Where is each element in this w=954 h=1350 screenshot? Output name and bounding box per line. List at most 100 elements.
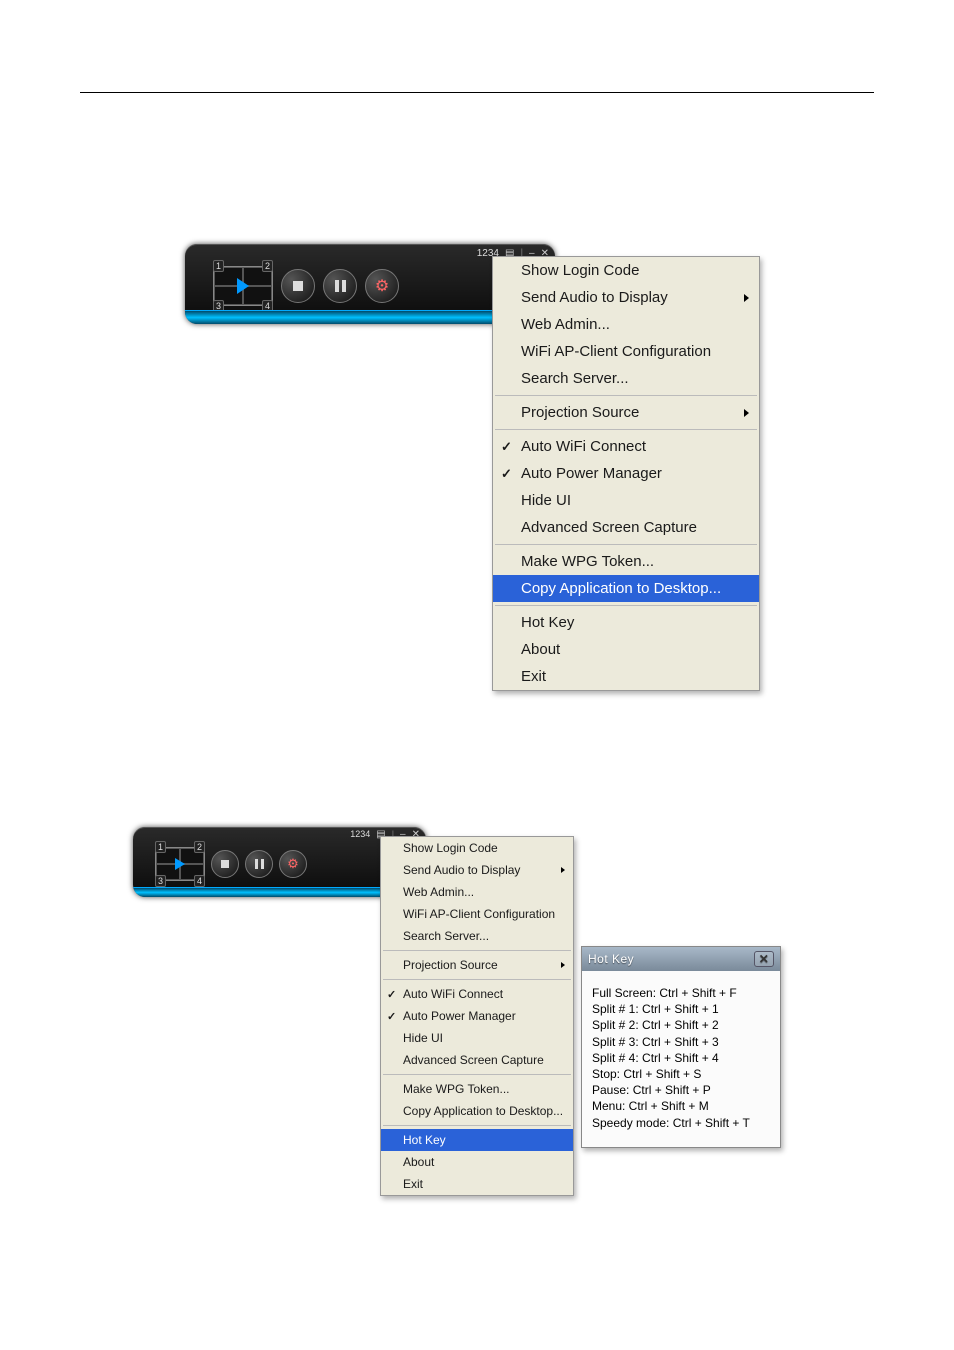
menu-about[interactable]: About — [381, 1151, 573, 1173]
hotkey-line: Split # 1: Ctrl + Shift + 1 — [592, 1001, 770, 1017]
divider — [80, 92, 874, 93]
menu-make-token[interactable]: Make WPG Token... — [493, 548, 759, 575]
menu-web-admin[interactable]: Web Admin... — [381, 881, 573, 903]
menu-item-label: Auto WiFi Connect — [521, 438, 646, 455]
quad-2-label: 2 — [262, 260, 273, 272]
menu-hot-key[interactable]: Hot Key — [381, 1129, 573, 1151]
menu-item-label: About — [521, 641, 560, 658]
quad-4-label: 4 — [194, 875, 205, 887]
menu-adv-capture[interactable]: Advanced Screen Capture — [381, 1049, 573, 1071]
menu-item-label: Copy Application to Desktop... — [403, 1104, 563, 1118]
menu-item-label: Auto Power Manager — [403, 1009, 516, 1023]
stop-icon — [293, 281, 303, 291]
menu-show-login-code[interactable]: Show Login Code — [381, 837, 573, 859]
chevron-right-icon — [561, 867, 565, 873]
close-button[interactable]: ✕ — [754, 951, 774, 967]
player-code: 1234 — [350, 829, 370, 839]
hotkey-line: Speedy mode: Ctrl + Shift + T — [592, 1115, 770, 1131]
quad-3-label: 3 — [155, 875, 166, 887]
menu-projection-source[interactable]: Projection Source — [381, 954, 573, 976]
hotkey-line: Menu: Ctrl + Shift + M — [592, 1098, 770, 1114]
menu-item-label: Show Login Code — [403, 841, 498, 855]
pause-button[interactable] — [323, 269, 357, 303]
menu-adv-capture[interactable]: Advanced Screen Capture — [493, 514, 759, 541]
pause-icon — [255, 859, 264, 869]
split-screen-selector[interactable]: 1 2 3 4 — [155, 847, 205, 881]
menu-item-label: Hot Key — [521, 614, 574, 631]
chevron-right-icon — [561, 962, 565, 968]
menu-copy-app[interactable]: Copy Application to Desktop... — [493, 575, 759, 602]
menu-item-label: Advanced Screen Capture — [403, 1053, 544, 1067]
context-menu: Show Login Code Send Audio to Display We… — [380, 836, 574, 1196]
gear-icon: ⚙ — [287, 856, 299, 872]
menu-search-server[interactable]: Search Server... — [493, 365, 759, 392]
check-icon: ✓ — [501, 439, 512, 455]
menu-projection-source[interactable]: Projection Source — [493, 399, 759, 426]
menu-item-label: Search Server... — [403, 929, 489, 943]
pause-button[interactable] — [245, 850, 273, 878]
quad-2-label: 2 — [194, 841, 205, 853]
menu-send-audio[interactable]: Send Audio to Display — [381, 859, 573, 881]
play-icon — [175, 858, 185, 870]
menu-item-label: Search Server... — [521, 370, 629, 387]
chevron-right-icon — [744, 294, 749, 302]
menu-auto-wifi[interactable]: ✓ Auto WiFi Connect — [493, 433, 759, 460]
menu-hide-ui[interactable]: Hide UI — [493, 487, 759, 514]
hotkey-line: Split # 3: Ctrl + Shift + 3 — [592, 1034, 770, 1050]
menu-item-label: Projection Source — [403, 958, 498, 972]
menu-wifi-ap[interactable]: WiFi AP-Client Configuration — [381, 903, 573, 925]
menu-copy-app[interactable]: Copy Application to Desktop... — [381, 1100, 573, 1122]
hotkey-line: Split # 2: Ctrl + Shift + 2 — [592, 1017, 770, 1033]
menu-make-token[interactable]: Make WPG Token... — [381, 1078, 573, 1100]
chevron-right-icon — [744, 409, 749, 417]
hotkey-line: Pause: Ctrl + Shift + P — [592, 1082, 770, 1098]
menu-hide-ui[interactable]: Hide UI — [381, 1027, 573, 1049]
dialog-body: Full Screen: Ctrl + Shift + F Split # 1:… — [582, 971, 780, 1147]
menu-item-label: Web Admin... — [521, 316, 610, 333]
menu-show-login-code[interactable]: Show Login Code — [493, 257, 759, 284]
quad-1-label: 1 — [213, 260, 224, 272]
menu-auto-wifi[interactable]: ✓ Auto WiFi Connect — [381, 983, 573, 1005]
menu-exit[interactable]: Exit — [381, 1173, 573, 1195]
menu-auto-power[interactable]: ✓ Auto Power Manager — [381, 1005, 573, 1027]
menu-item-label: Send Audio to Display — [521, 289, 668, 306]
menu-send-audio[interactable]: Send Audio to Display — [493, 284, 759, 311]
menu-auto-power[interactable]: ✓Auto Power Manager — [493, 460, 759, 487]
menu-exit[interactable]: Exit — [493, 663, 759, 690]
check-icon: ✓ — [387, 988, 396, 1001]
menu-item-label: Exit — [403, 1177, 423, 1191]
check-icon: ✓ — [387, 1010, 396, 1023]
stop-button[interactable] — [211, 850, 239, 878]
menu-hot-key[interactable]: Hot Key — [493, 609, 759, 636]
close-icon: ✕ — [759, 952, 770, 966]
stop-icon — [221, 860, 229, 868]
menu-search-server[interactable]: Search Server... — [381, 925, 573, 947]
menu-about[interactable]: About — [493, 636, 759, 663]
dialog-title: Hot Key — [588, 952, 634, 966]
menu-item-label: Hot Key — [403, 1133, 446, 1147]
hotkey-line: Full Screen: Ctrl + Shift + F — [592, 985, 770, 1001]
menu-item-label: Copy Application to Desktop... — [521, 580, 721, 597]
hotkey-line: Stop: Ctrl + Shift + S — [592, 1066, 770, 1082]
menu-web-admin[interactable]: Web Admin... — [493, 311, 759, 338]
menu-wifi-ap[interactable]: WiFi AP-Client Configuration — [493, 338, 759, 365]
menu-item-label: Advanced Screen Capture — [521, 519, 697, 536]
menu-item-label: Make WPG Token... — [403, 1082, 509, 1096]
split-screen-selector[interactable]: 1 2 3 4 — [213, 266, 273, 306]
check-icon: ✓ — [501, 466, 512, 482]
play-icon — [237, 278, 249, 294]
menu-item-label: Send Audio to Display — [403, 863, 520, 877]
menu-item-label: Show Login Code — [521, 262, 639, 279]
hotkey-dialog: Hot Key ✕ Full Screen: Ctrl + Shift + F … — [581, 946, 781, 1148]
menu-button[interactable]: ⚙ — [279, 850, 307, 878]
menu-item-label: Hide UI — [521, 492, 571, 509]
menu-item-label: Auto WiFi Connect — [403, 987, 503, 1001]
quad-1-label: 1 — [155, 841, 166, 853]
menu-item-label: Projection Source — [521, 404, 639, 421]
menu-item-label: Hide UI — [403, 1031, 443, 1045]
hotkey-line: Split # 4: Ctrl + Shift + 4 — [592, 1050, 770, 1066]
menu-item-label: Make WPG Token... — [521, 553, 654, 570]
stop-button[interactable] — [281, 269, 315, 303]
menu-item-label: About — [403, 1155, 434, 1169]
menu-button[interactable]: ⚙ — [365, 269, 399, 303]
